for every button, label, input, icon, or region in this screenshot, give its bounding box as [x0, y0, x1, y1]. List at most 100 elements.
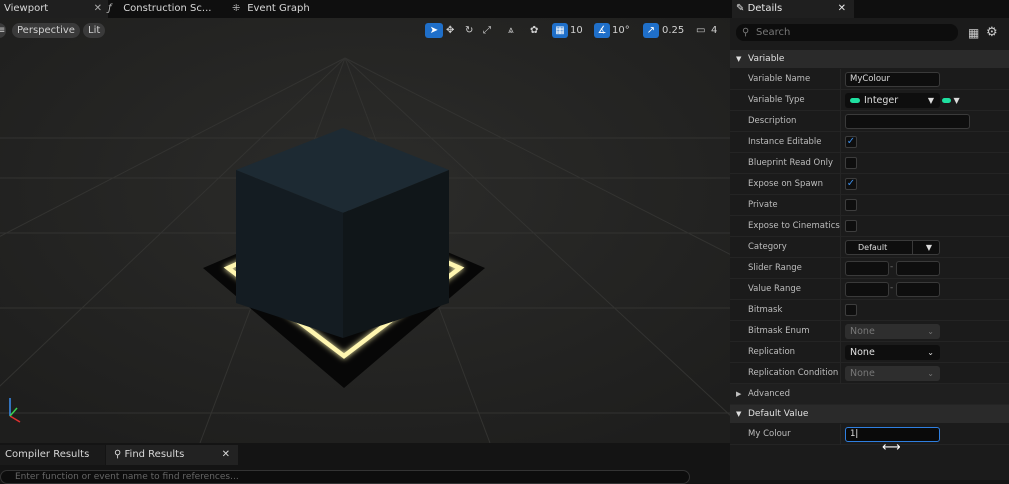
variable-type-dropdown[interactable]: Integer ▼ — [845, 93, 940, 108]
details-header: ✎ Details ✕ — [730, 0, 1009, 18]
close-icon[interactable]: ✕ — [94, 0, 102, 18]
variable-name-label: Variable Name — [748, 74, 811, 84]
details-search-placeholder: Search — [756, 27, 791, 38]
variable-name-input[interactable]: MyColour — [845, 72, 940, 87]
find-search-placeholder: Enter function or event name to find ref… — [15, 472, 239, 482]
tab-viewport-label: Viewport — [4, 3, 49, 14]
value-range-label: Value Range — [748, 284, 801, 294]
row-slider-range: Slider Range - — [730, 258, 1009, 279]
replication-condition-dropdown[interactable]: None ⌄ — [845, 366, 940, 381]
replication-dropdown[interactable]: None ⌄ — [845, 345, 940, 360]
chevron-right-icon: ▶ — [736, 390, 742, 398]
viewport-options-button[interactable]: ≡ — [0, 23, 6, 38]
chevron-down-icon: ▼ — [736, 410, 742, 418]
instance-editable-checkbox[interactable]: ✓ — [845, 136, 857, 148]
find-search-input[interactable]: Enter function or event name to find ref… — [0, 470, 690, 484]
close-icon[interactable]: ✕ — [838, 0, 846, 18]
splitter[interactable] — [840, 342, 841, 363]
value-range-min-input[interactable] — [845, 282, 889, 297]
chevron-down-icon: ⌄ — [927, 327, 934, 336]
row-variable-type: Variable Type Integer ▼ ▼ — [730, 90, 1009, 111]
select-mode-button[interactable]: ➤ — [425, 23, 443, 38]
translate-button[interactable]: ✥ — [446, 23, 454, 38]
scale-snap-value[interactable]: 0.25 — [662, 23, 684, 38]
container-type-dropdown[interactable]: ▼ — [942, 93, 968, 108]
world-local-button[interactable]: ✿ — [530, 23, 538, 38]
chevron-down-icon: ▼ — [927, 96, 934, 105]
chevron-down-icon: ⌄ — [927, 369, 934, 378]
graph-icon: ⁜ — [232, 3, 241, 14]
splitter[interactable] — [840, 237, 841, 258]
row-blueprint-read-only: Blueprint Read Only — [730, 153, 1009, 174]
surface-snap-button[interactable]: ⩓ — [508, 23, 514, 38]
row-replication-condition: Replication Condition None ⌄ — [730, 363, 1009, 384]
splitter[interactable] — [840, 111, 841, 132]
scale-snap-toggle[interactable]: ↗ — [643, 23, 659, 38]
bitmask-checkbox[interactable] — [845, 304, 857, 316]
gear-icon[interactable]: ⚙ — [986, 25, 998, 40]
splitter[interactable] — [840, 300, 841, 321]
details-search-input[interactable]: ⚲ Search — [736, 24, 958, 41]
value-range-max-input[interactable] — [896, 282, 940, 297]
scale-snap-icon: ↗ — [646, 25, 656, 36]
splitter[interactable] — [840, 279, 841, 300]
section-default-value[interactable]: ▼ Default Value — [730, 405, 1009, 423]
private-label: Private — [748, 200, 778, 210]
blueprint-read-only-label: Blueprint Read Only — [748, 158, 834, 168]
scale-button[interactable]: ⤢ — [483, 23, 491, 38]
blueprint-read-only-checkbox[interactable] — [845, 157, 857, 169]
tab-compiler-results[interactable]: Compiler Results — [0, 445, 105, 465]
chevron-down-icon[interactable]: ▼ — [926, 241, 932, 254]
splitter[interactable] — [840, 132, 841, 153]
splitter[interactable] — [840, 69, 841, 90]
scale-icon: ⤢ — [483, 25, 491, 36]
splitter[interactable] — [840, 363, 841, 384]
cursor-icon: ➤ — [429, 25, 439, 36]
grid-snap-toggle[interactable]: ▦ — [552, 23, 568, 38]
tab-event-graph[interactable]: ⁜ Event Graph — [232, 0, 342, 18]
search-icon: ⚲ — [742, 27, 750, 38]
section-variable-label: Variable — [748, 54, 785, 64]
camera-speed-button[interactable]: ▭ — [696, 23, 705, 38]
viewport[interactable]: ≡ Perspective Lit ➤ ✥ ↻ ⤢ ⩓ ✿ ▦ 10 ∡ 10°… — [0, 18, 730, 443]
table-view-icon[interactable]: ▦ — [968, 26, 979, 40]
tab-construction-script[interactable]: ƒ Construction Sc... — [108, 0, 228, 18]
tab-details[interactable]: ✎ Details ✕ — [732, 0, 854, 18]
tab-viewport[interactable]: Viewport ✕ — [0, 0, 108, 18]
replication-value: None — [850, 347, 875, 358]
expose-on-spawn-checkbox[interactable]: ✓ — [845, 178, 857, 190]
variable-type-value: Integer — [864, 95, 899, 106]
slider-range-min-input[interactable] — [845, 261, 889, 276]
replication-condition-value: None — [850, 368, 875, 379]
splitter[interactable] — [840, 321, 841, 342]
close-icon[interactable]: ✕ — [222, 445, 230, 465]
bitmask-enum-dropdown[interactable]: None ⌄ — [845, 324, 940, 339]
camera-speed-value[interactable]: 4 — [711, 23, 717, 38]
perspective-button[interactable]: Perspective — [12, 23, 80, 38]
tab-find-results[interactable]: ⚲ Find Results ✕ — [106, 445, 238, 465]
tab-construction-label: Construction Sc... — [123, 3, 212, 14]
slider-range-max-input[interactable] — [896, 261, 940, 276]
description-input[interactable] — [845, 114, 970, 129]
private-checkbox[interactable] — [845, 199, 857, 211]
splitter[interactable] — [840, 424, 841, 445]
section-variable[interactable]: ▼ Variable — [730, 50, 1009, 68]
splitter[interactable] — [840, 216, 841, 237]
search-icon: ⚲ — [114, 449, 122, 460]
grid-snap-value[interactable]: 10 — [570, 23, 583, 38]
splitter[interactable] — [840, 90, 841, 111]
range-dash: - — [890, 283, 894, 293]
expose-to-cinematics-checkbox[interactable] — [845, 220, 857, 232]
rotate-button[interactable]: ↻ — [465, 23, 473, 38]
row-bitmask: Bitmask — [730, 300, 1009, 321]
category-combo[interactable]: Default ▼ — [845, 240, 940, 255]
row-advanced[interactable]: ▶ Advanced — [730, 384, 1009, 405]
splitter[interactable] — [840, 174, 841, 195]
lit-button[interactable]: Lit — [83, 23, 106, 38]
rotation-snap-toggle[interactable]: ∡ — [594, 23, 610, 38]
splitter[interactable] — [840, 258, 841, 279]
splitter[interactable] — [840, 153, 841, 174]
row-bitmask-enum: Bitmask Enum None ⌄ — [730, 321, 1009, 342]
splitter[interactable] — [840, 195, 841, 216]
rotation-snap-value[interactable]: 10° — [612, 23, 630, 38]
